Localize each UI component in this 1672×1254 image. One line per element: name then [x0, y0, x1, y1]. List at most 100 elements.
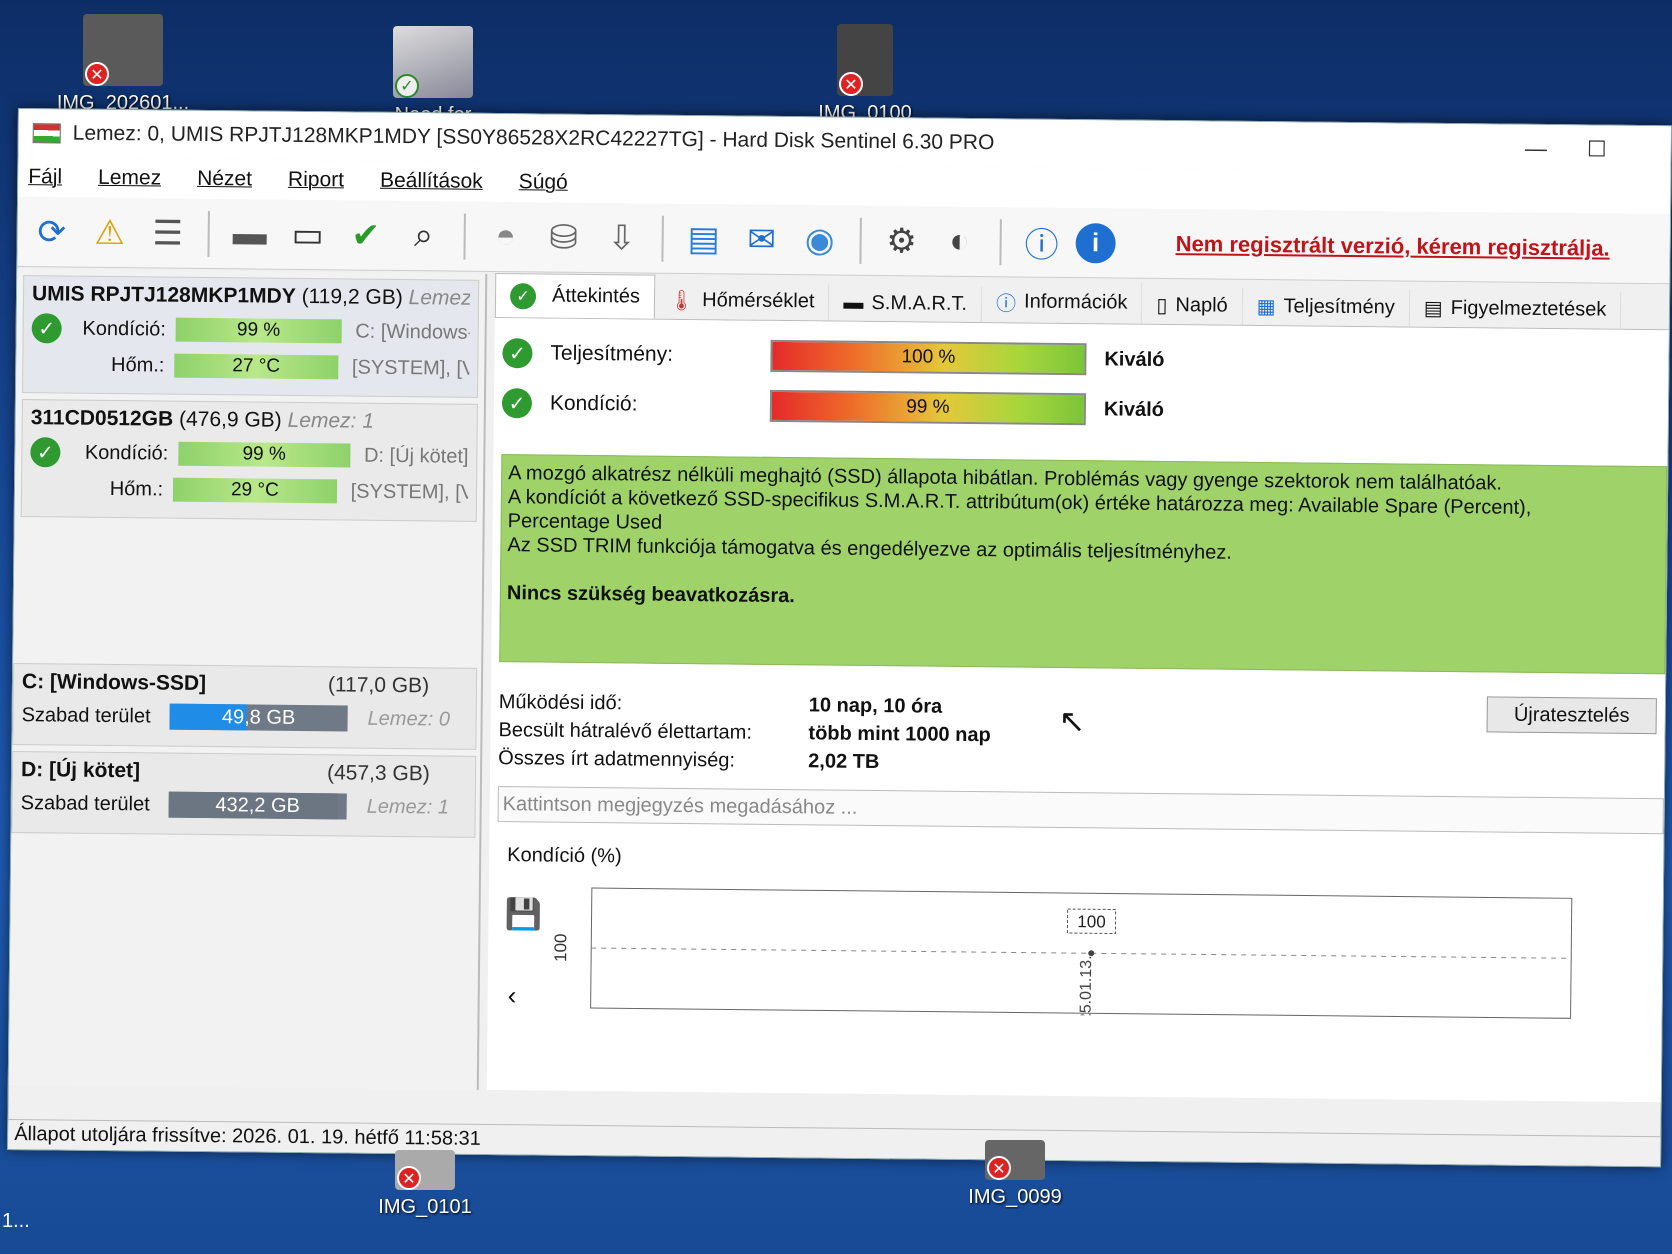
error-badge-icon: ✕ [987, 1156, 1011, 1180]
free-space-label: Szabad terület [21, 703, 151, 727]
email-icon[interactable]: ✉ [737, 215, 786, 264]
action-required-text: Nincs szükség beavatkozásra. [506, 582, 795, 608]
partition-size: (117,0 GB) [327, 673, 430, 698]
condition-rating: Kiváló [1103, 397, 1165, 421]
report-icon[interactable]: ▤ [679, 214, 728, 263]
check-icon: ✓ [502, 338, 533, 369]
temperature-label: Hőm.: [109, 477, 164, 501]
desktop-icon-img-0100[interactable]: ✕ IMG_0100 [790, 24, 940, 125]
toolbar-separator [999, 218, 1002, 265]
tab-smart[interactable]: ▬ S.M.A.R.T. [829, 285, 983, 323]
tab-overview[interactable]: ✓ Áttekintés [494, 273, 656, 319]
disk-size: (119,2 GB) [301, 284, 403, 310]
disk-name: 311CD0512GB [30, 406, 174, 431]
toolbar-separator [859, 217, 862, 264]
partition-text: D: [Új kötet] [363, 444, 469, 468]
backup-icon[interactable]: ⇩ [597, 214, 646, 263]
error-badge-icon: ✕ [839, 72, 863, 96]
disk-header: 311CD0512GB (476,9 GB) Lemez: 1 [31, 406, 469, 435]
desktop-icon-img-0099[interactable]: ✕ IMG_0099 [940, 1140, 1090, 1209]
menu-file[interactable]: Fájl [28, 165, 62, 189]
retest-button[interactable]: Újratesztelés [1486, 696, 1657, 735]
status-description: A mozgó alkatrész nélküli meghajtó (SSD)… [499, 454, 1668, 675]
error-badge-icon: ✕ [397, 1166, 421, 1190]
desktop-icon-img-0101[interactable]: ✕ IMG_0101 [350, 1150, 500, 1219]
partition-size: (457,3 GB) [326, 761, 430, 786]
minimize-button[interactable]: — [1525, 136, 1547, 162]
uptime-label: Működési idő: [498, 690, 623, 714]
disk-card[interactable]: UMIS RPJTJ128MKP1MDY (119,2 GB) Lemez ✓ … [22, 275, 480, 398]
disk-index: Lemez [408, 286, 471, 310]
menu-settings[interactable]: Beállítások [380, 169, 483, 194]
tab-alerts[interactable]: ▤ Figyelmeztetések [1409, 289, 1622, 329]
overview-content: ✓ Teljesítmény: 100 % Kiváló ✓ Kondíció:… [486, 318, 1669, 1103]
condition-bar: 99 % [178, 441, 351, 468]
menu-help[interactable]: Súgó [519, 170, 568, 195]
note-input[interactable]: Kattintson megjegyzés megadásához ... [497, 786, 1664, 835]
tab-label: S.M.A.R.T. [871, 291, 968, 315]
info-icon[interactable]: i [1075, 222, 1116, 264]
car-game-thumbnail: ✓ [393, 26, 473, 98]
tab-temperature[interactable]: 🌡 Hőmérséklet [654, 281, 830, 321]
free-space-value: 49,8 GB [221, 706, 296, 729]
partition-disk: Lemez: 0 [367, 707, 451, 731]
partition-card[interactable]: C: [Windows-SSD] (117,0 GB) Szabad terül… [12, 662, 478, 750]
disk-schedule-icon[interactable]: ▭ [283, 210, 332, 259]
tab-information[interactable]: ⓘ Információk [981, 281, 1143, 324]
desktop-icon-img-202601[interactable]: ✕ IMG_202601... [48, 14, 198, 115]
partition-text: [SYSTEM], [V [350, 480, 469, 504]
partition-list: C: [Windows-SSD] (117,0 GB) Szabad terül… [11, 657, 483, 838]
app-flag-icon [32, 123, 61, 144]
check-icon: ✓ [30, 437, 61, 468]
refresh-warning-icon[interactable]: ⚠ [85, 208, 134, 257]
tab-label: Információk [1023, 290, 1128, 314]
disk-stats: Működési idő: 10 nap, 10 óra Becsült hátr… [498, 688, 1665, 784]
chart-title: Kondíció (%) [507, 844, 622, 868]
gear-icon[interactable]: ⚙ [877, 217, 926, 266]
toolbar-separator [207, 210, 210, 257]
partition-name: C: [Windows-SSD] [21, 670, 207, 696]
disk-size: (476,9 GB) [178, 407, 282, 432]
menu-disk[interactable]: Lemez [98, 166, 161, 191]
performance-gauge: 100 % [770, 339, 1087, 376]
sound-icon[interactable]: ◐ [935, 217, 984, 266]
disk-list-icon[interactable]: ☰ [143, 209, 192, 258]
disk-name: UMIS RPJTJ128MKP1MDY [31, 282, 296, 308]
tab-log[interactable]: ▯ Napló [1142, 286, 1243, 325]
menu-report[interactable]: Riport [288, 168, 344, 193]
disk-card[interactable]: 311CD0512GB (476,9 GB) Lemez: 1 ✓ Kondíc… [20, 399, 478, 522]
hard-disk-sentinel-window: Lemez: 0, UMIS RPJTJ128MKP1MDY [SS0Y8652… [7, 108, 1672, 1168]
menu-view[interactable]: Nézet [197, 167, 252, 192]
partition-card[interactable]: D: [Új kötet] (457,3 GB) Szabad terület … [11, 750, 477, 838]
help-icon[interactable]: ⓘ [1017, 218, 1066, 267]
image-thumbnail: ✕ [837, 24, 893, 96]
web-report-icon[interactable]: ◉ [795, 216, 844, 265]
detail-panel: ✓ Áttekintés 🌡 Hőmérséklet ▬ S.M.A.R.T. ⓘ In… [486, 273, 1670, 1103]
condition-gauge: 99 % [769, 389, 1087, 426]
refresh-icon[interactable]: ⟳ [27, 208, 76, 257]
tab-label: Figyelmeztetések [1450, 297, 1607, 321]
thermometer-icon: 🌡 [668, 289, 695, 313]
tab-label: Napló [1175, 294, 1228, 317]
disk-surface-icon[interactable]: ◓ [481, 212, 530, 261]
disk-search-icon[interactable]: ⌕ [399, 212, 448, 261]
window-title: Lemez: 0, UMIS RPJTJ128MKP1MDY [SS0Y8652… [72, 121, 995, 155]
unregistered-link[interactable]: Nem regisztrált verzió, kérem regisztrál… [1176, 231, 1610, 262]
scroll-left-arrow[interactable]: ‹ [508, 980, 517, 1011]
toolbar-separator [463, 213, 466, 260]
error-badge-icon: ✕ [85, 62, 109, 86]
tab-label: Teljesítmény [1283, 295, 1395, 319]
image-thumbnail: ✕ [83, 14, 163, 86]
condition-chart: 💾 100 100 025.01.13. ‹ [496, 879, 1663, 1021]
network-disk-icon[interactable]: ⛁ [539, 213, 588, 262]
disk-check-icon[interactable]: ✔ [341, 211, 390, 260]
disk-icon: ▬ [843, 291, 864, 314]
disk-list-panel: UMIS RPJTJ128MKP1MDY (119,2 GB) Lemez ✓ … [8, 269, 488, 1090]
maximize-button[interactable]: ☐ [1587, 136, 1607, 162]
written-value: 2,02 TB [808, 749, 880, 773]
free-space-value: 432,2 GB [215, 794, 301, 817]
disk-icon[interactable]: ▬ [225, 210, 274, 259]
temperature-bar: 27 °C [174, 353, 339, 380]
tab-performance[interactable]: ▦ Teljesítmény [1242, 287, 1410, 327]
toolbar-separator [661, 215, 664, 262]
